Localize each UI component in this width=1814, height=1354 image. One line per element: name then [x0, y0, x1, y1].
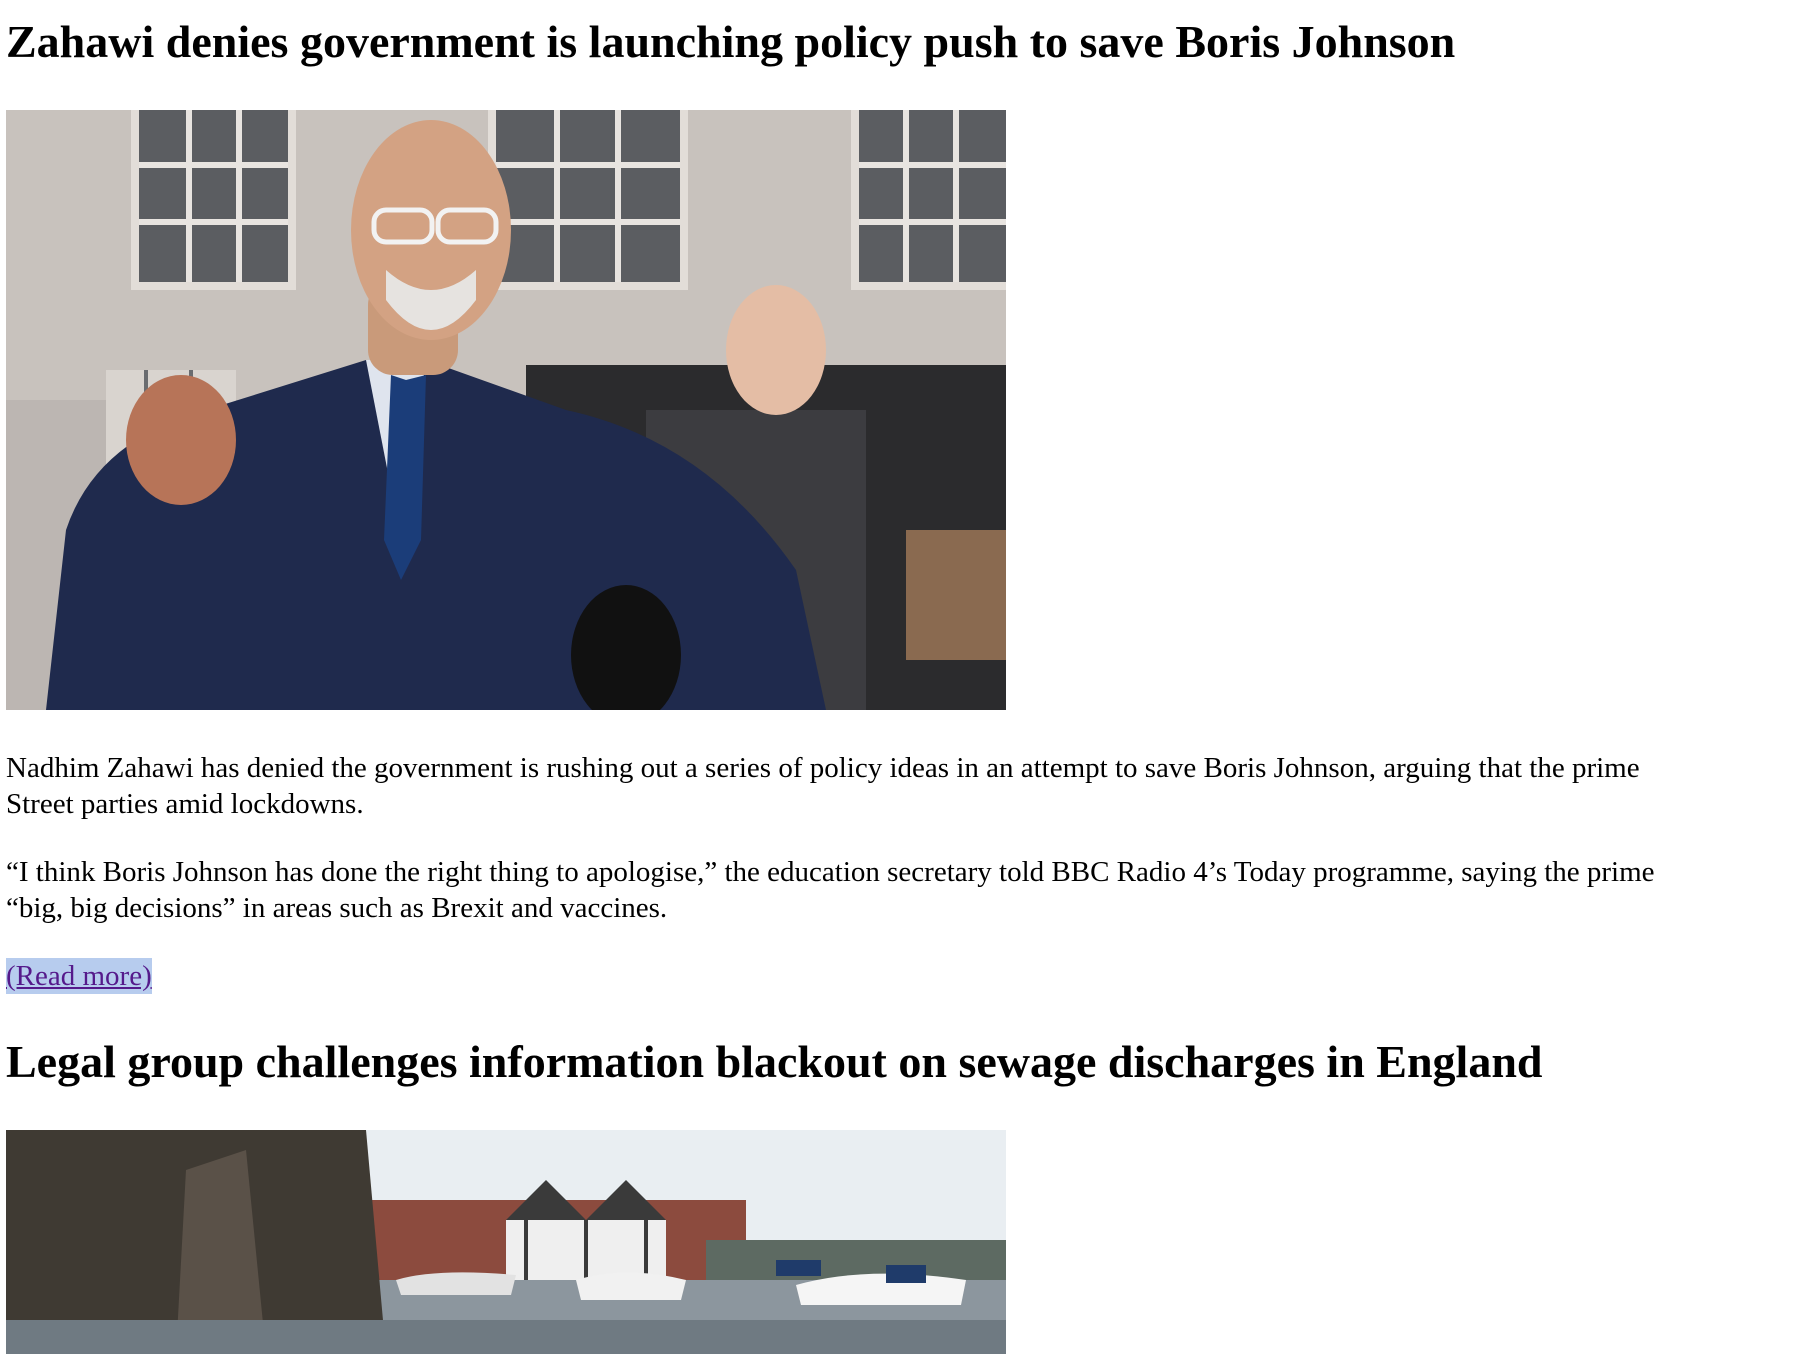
photo-river-marina [6, 1130, 1006, 1354]
article-headline: Zahawi denies government is launching po… [6, 16, 1456, 67]
paragraph-line: “I think Boris Johnson has done the righ… [6, 856, 1655, 888]
paragraph-line: “big, big decisions” in areas such as Br… [6, 892, 668, 924]
article-photo [6, 110, 1006, 710]
paragraph-line: Street parties amid lockdowns. [6, 788, 364, 820]
read-more-link[interactable]: (Read more) [6, 958, 152, 994]
article-headline: Legal group challenges information black… [6, 1036, 1543, 1087]
paragraph-line: Nadhim Zahawi has denied the government … [6, 752, 1640, 784]
article-paragraph: “I think Boris Johnson has done the righ… [6, 854, 1814, 926]
article-photo [6, 1130, 1006, 1354]
photo-zahawi [6, 110, 1006, 710]
article-paragraph: Nadhim Zahawi has denied the government … [6, 750, 1814, 822]
